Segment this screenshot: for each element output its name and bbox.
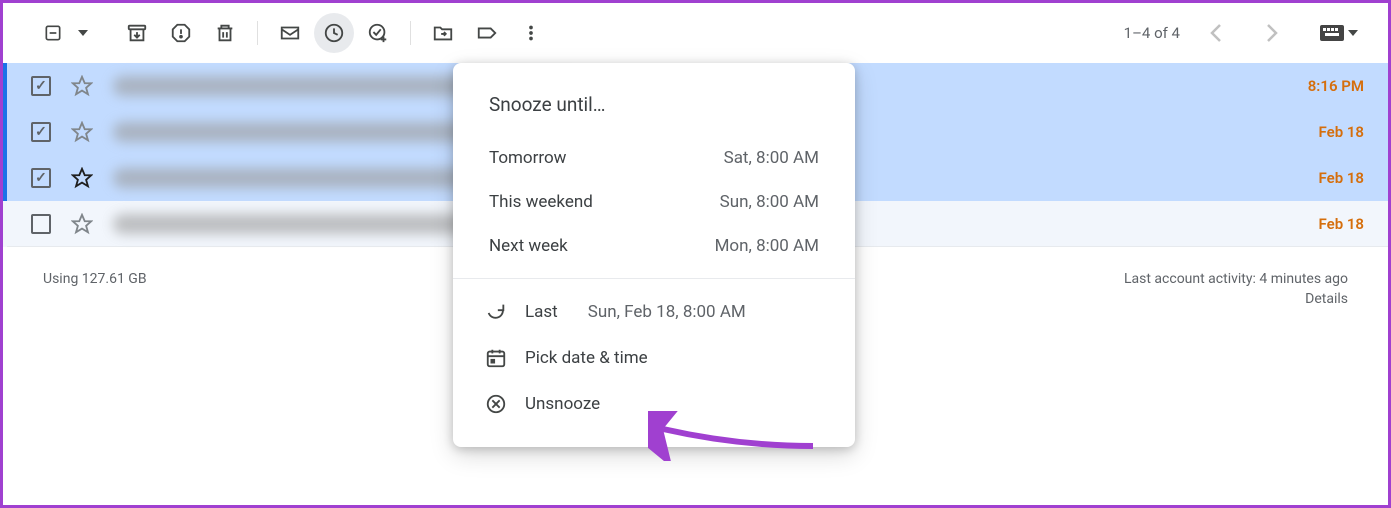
snooze-last-time: Sun, Feb 18, 8:00 AM xyxy=(588,302,746,322)
snooze-option-label: Tomorrow xyxy=(489,148,566,168)
storage-text: Using 127.61 GB xyxy=(43,271,147,307)
activity-text: Last account activity: 4 minutes ago xyxy=(1124,271,1348,287)
snooze-option-label: This weekend xyxy=(489,192,593,212)
labels-button[interactable] xyxy=(467,13,507,53)
move-to-button[interactable] xyxy=(423,13,463,53)
select-checkbox[interactable] xyxy=(33,13,73,53)
row-time: Feb 18 xyxy=(1294,123,1364,141)
refresh-icon xyxy=(485,301,507,323)
next-page-button[interactable] xyxy=(1252,13,1292,53)
row-checkbox[interactable] xyxy=(31,122,51,142)
star-icon[interactable] xyxy=(71,167,93,189)
snooze-unsnooze[interactable]: Unsnooze xyxy=(453,381,855,427)
snooze-pick-datetime[interactable]: Pick date & time xyxy=(453,335,855,381)
pagination: 1–4 of 4 xyxy=(1124,13,1358,53)
snooze-option-label: Next week xyxy=(489,236,568,256)
snooze-option-nextweek[interactable]: Next week Mon, 8:00 AM xyxy=(453,224,855,268)
separator xyxy=(453,278,855,279)
snooze-option-time: Sat, 8:00 AM xyxy=(724,148,819,168)
snooze-option-weekend[interactable]: This weekend Sun, 8:00 AM xyxy=(453,180,855,224)
star-icon[interactable] xyxy=(71,121,93,143)
delete-button[interactable] xyxy=(205,13,245,53)
snooze-last[interactable]: Last Sun, Feb 18, 8:00 AM xyxy=(453,289,855,335)
row-checkbox[interactable] xyxy=(31,214,51,234)
snooze-option-time: Mon, 8:00 AM xyxy=(715,236,819,256)
details-link[interactable]: Details xyxy=(1124,291,1348,307)
select-dropdown[interactable] xyxy=(73,13,93,53)
prev-page-button[interactable] xyxy=(1196,13,1236,53)
archive-button[interactable] xyxy=(117,13,157,53)
row-checkbox[interactable] xyxy=(31,168,51,188)
calendar-icon xyxy=(485,347,507,369)
star-icon[interactable] xyxy=(71,213,93,235)
row-time: Feb 18 xyxy=(1294,169,1364,187)
input-tools-button[interactable] xyxy=(1320,25,1358,41)
snooze-pick-label: Pick date & time xyxy=(525,348,648,368)
cancel-icon xyxy=(485,393,507,415)
row-time: Feb 18 xyxy=(1294,215,1364,233)
separator xyxy=(257,21,258,45)
snooze-button[interactable] xyxy=(314,13,354,53)
snooze-popup: Snooze until… Tomorrow Sat, 8:00 AM This… xyxy=(453,63,855,447)
row-time: 8:16 PM xyxy=(1294,77,1364,95)
separator xyxy=(410,21,411,45)
toolbar: 1–4 of 4 xyxy=(3,3,1388,63)
star-icon[interactable] xyxy=(71,75,93,97)
snooze-option-time: Sun, 8:00 AM xyxy=(720,192,819,212)
snooze-unsnooze-label: Unsnooze xyxy=(525,394,600,414)
snooze-option-tomorrow[interactable]: Tomorrow Sat, 8:00 AM xyxy=(453,136,855,180)
pagination-text: 1–4 of 4 xyxy=(1124,24,1180,42)
snooze-last-label: Last xyxy=(525,302,558,322)
row-checkbox[interactable] xyxy=(31,76,51,96)
snooze-title: Snooze until… xyxy=(453,83,855,136)
mark-unread-button[interactable] xyxy=(270,13,310,53)
add-to-tasks-button[interactable] xyxy=(358,13,398,53)
report-spam-button[interactable] xyxy=(161,13,201,53)
more-button[interactable] xyxy=(511,13,551,53)
